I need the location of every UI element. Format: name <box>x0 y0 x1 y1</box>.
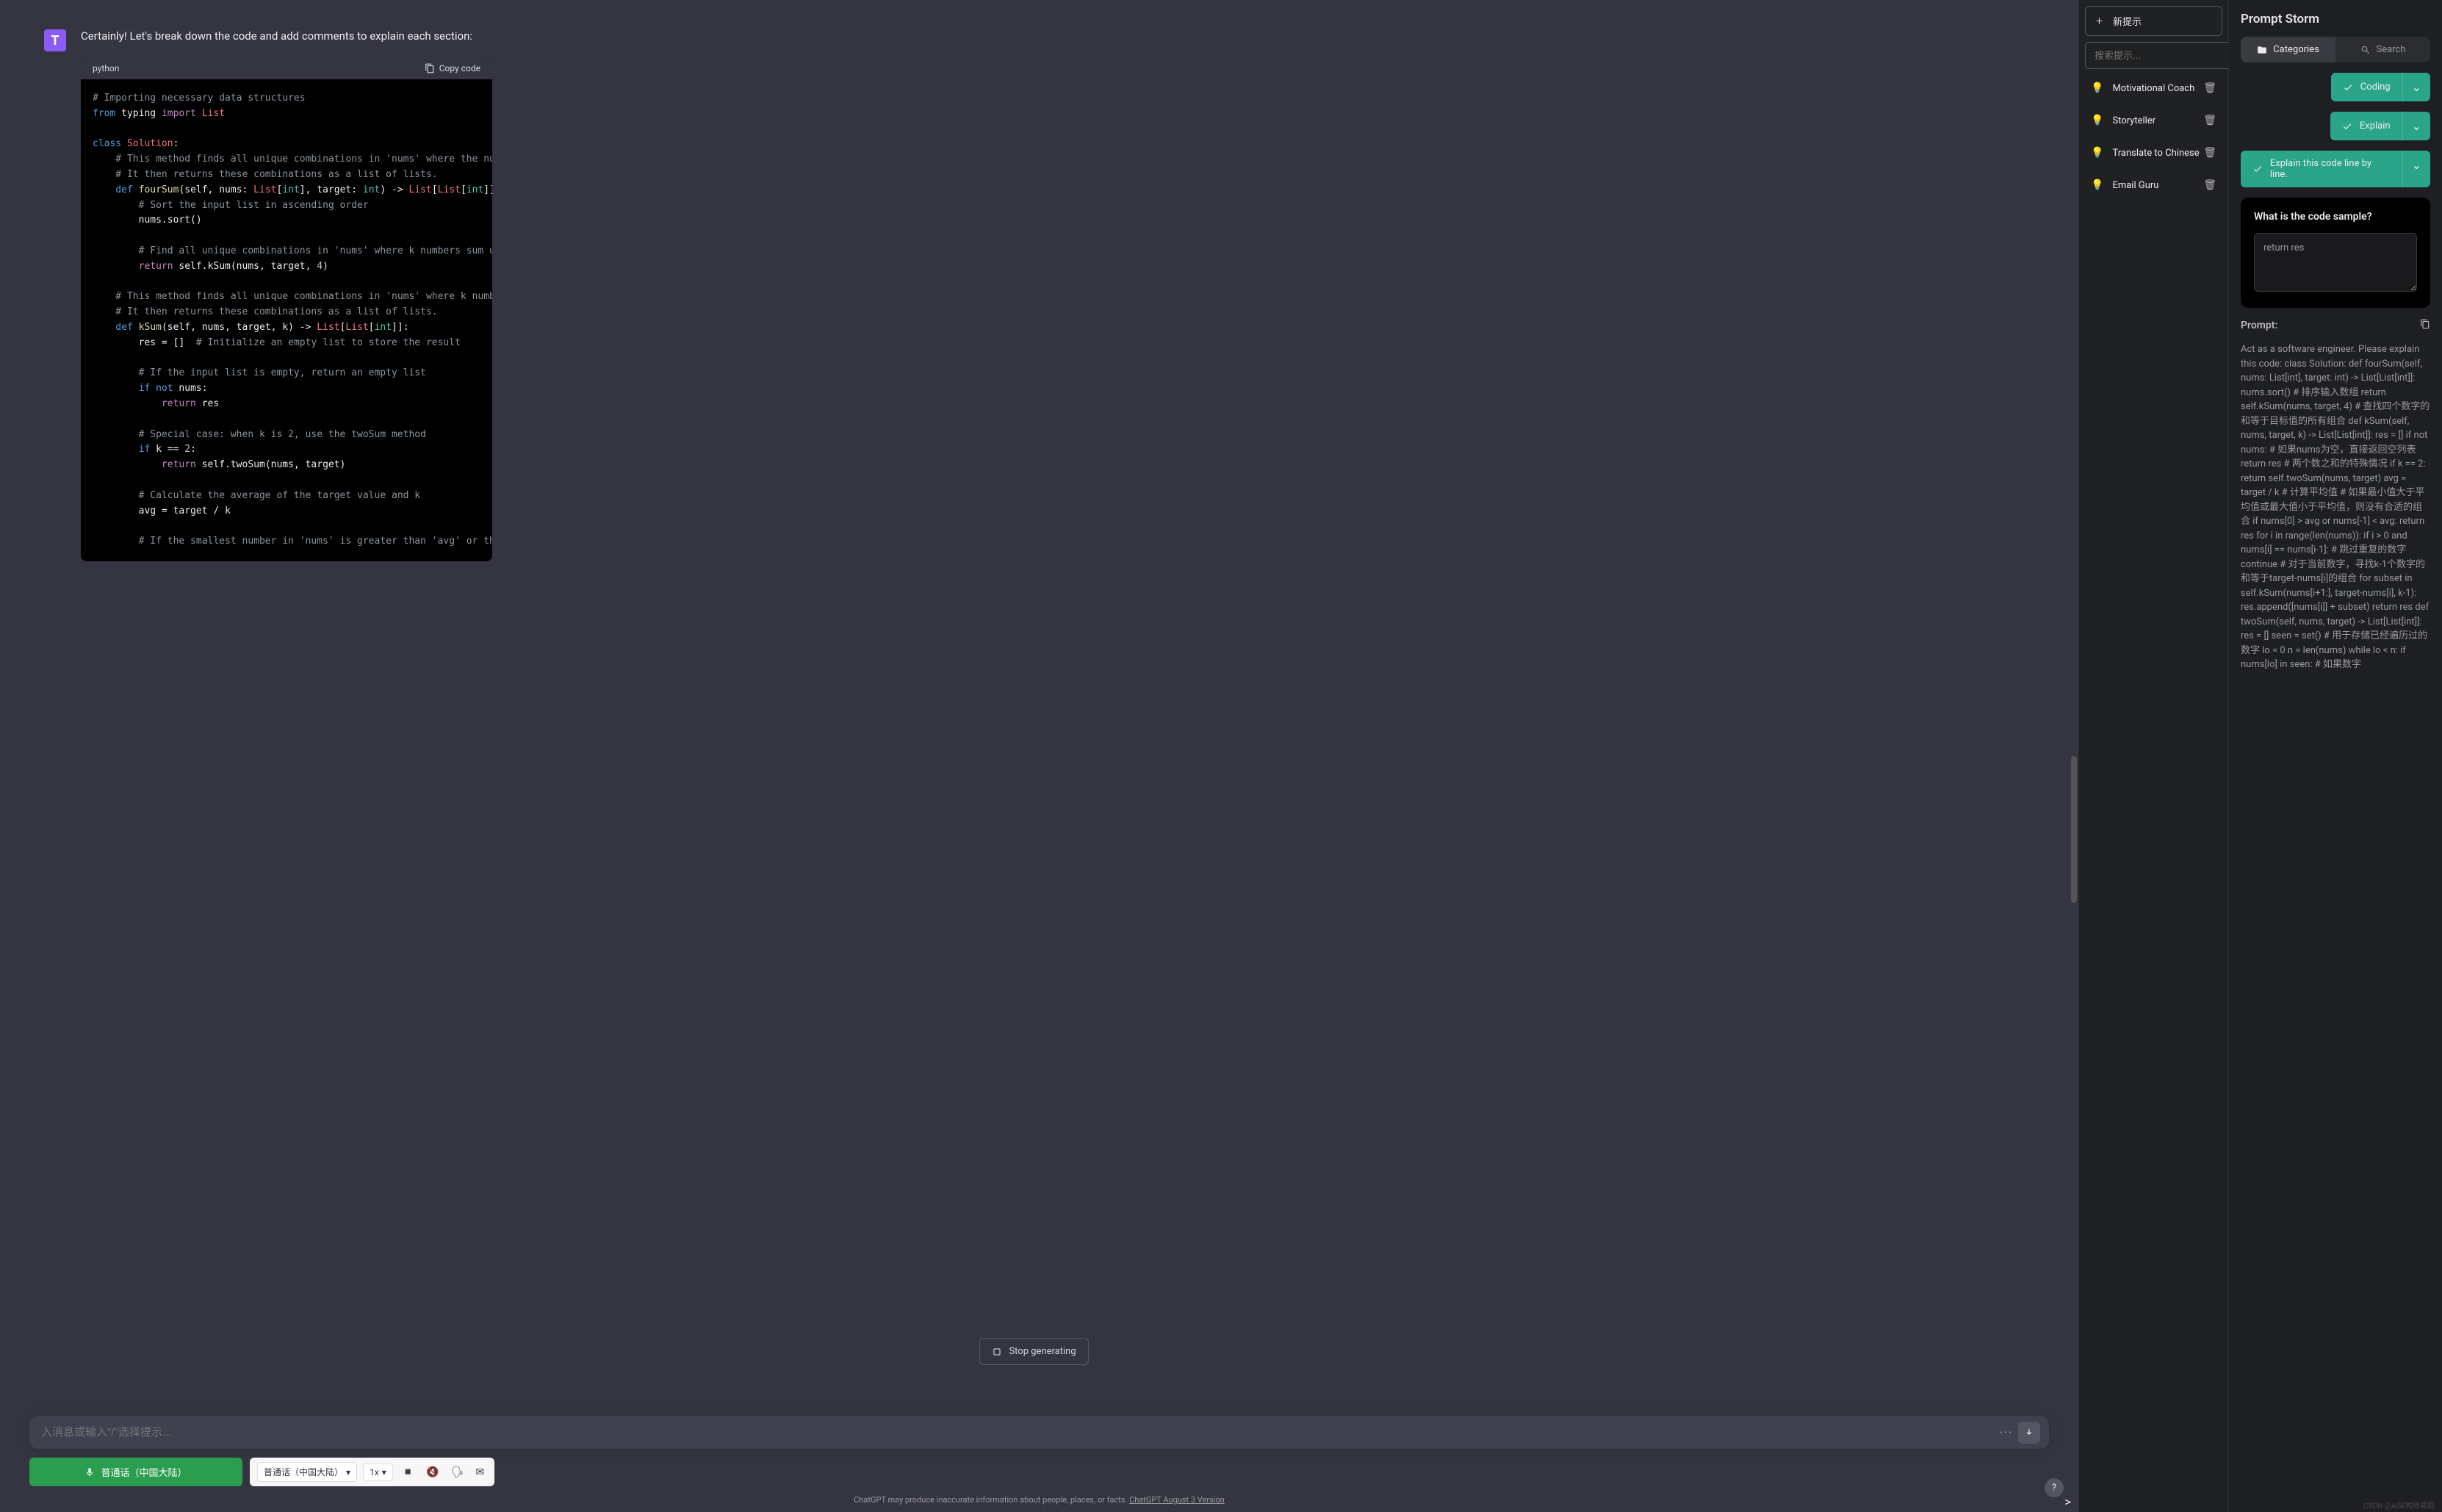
chevron-down-icon: ⌄ <box>2412 119 2421 133</box>
mute-button[interactable]: 🔇 <box>423 1464 442 1481</box>
stop-audio-button[interactable]: ◾ <box>399 1464 417 1481</box>
copy-code-button[interactable]: Copy code <box>425 63 480 73</box>
search-prompt-row: ⚡ <box>2085 42 2222 69</box>
trash-icon[interactable]: 🗑 <box>2203 82 2216 94</box>
bulb-icon: 💡 <box>2091 82 2103 94</box>
prompt-item-storyteller[interactable]: 💡 Storyteller 🗑 <box>2085 107 2222 134</box>
copy-prompt-button[interactable] <box>2420 318 2430 332</box>
code-header: python Copy code <box>81 57 492 79</box>
bulb-icon: 💡 <box>2091 115 2103 126</box>
prompt-item-email[interactable]: 💡 Email Guru 🗑 <box>2085 172 2222 198</box>
assistant-message: T Certainly! Let's break down the code a… <box>0 15 2078 576</box>
new-prompt-button[interactable]: + 新提示 <box>2085 6 2222 36</box>
search-tab[interactable]: Search <box>2335 37 2430 62</box>
prompt-sidebar: + 新提示 ⚡ 💡 Motivational Coach 🗑 💡 Storyte… <box>2078 0 2229 1512</box>
disclaimer: ChatGPT may produce inaccurate informati… <box>29 1495 2049 1505</box>
chat-input-wrap: ⋯ <box>29 1416 2049 1449</box>
voice-control-row: 普通话（中国大陆） 普通话（中国大陆） ▾ 1x ▾ ◾ 🔇 🗣 ✉ <box>29 1458 2049 1486</box>
chat-main-area: T Certainly! Let's break down the code a… <box>0 0 2078 1512</box>
chevron-down-icon: ▾ <box>346 1467 350 1477</box>
bulb-icon: 💡 <box>2091 179 2103 191</box>
check-icon <box>2342 121 2352 132</box>
assistant-avatar: T <box>44 29 66 51</box>
stop-generating-label: Stop generating <box>1009 1346 1076 1357</box>
lang-select[interactable]: 普通话（中国大陆） ▾ <box>257 1462 357 1482</box>
version-link[interactable]: ChatGPT August 3 Version <box>1129 1495 1225 1505</box>
prompt-item-label: Storyteller <box>2112 115 2155 126</box>
code-sample-question: What is the code sample? <box>2254 211 2417 223</box>
prompt-storm-title: Prompt Storm <box>2241 12 2430 26</box>
check-icon <box>2343 82 2353 93</box>
folder-icon <box>2257 45 2267 55</box>
prompt-item-label: Email Guru <box>2112 180 2158 191</box>
plus-icon: + <box>2096 14 2103 28</box>
stop-generating-button[interactable]: Stop generating <box>979 1338 1088 1365</box>
speaker-button[interactable]: 🗣 <box>448 1464 467 1481</box>
message-intro: Certainly! Let's break down the code and… <box>81 29 2034 43</box>
chevron-down-icon: ⌄ <box>2412 80 2421 94</box>
prompt-text: Act as a software engineer. Please expla… <box>2241 342 2430 672</box>
code-block: python Copy code # Importing necessary d… <box>81 57 492 561</box>
prompt-label-row: Prompt: <box>2241 318 2430 332</box>
code-lang-label: python <box>93 63 119 73</box>
prompt-item-motivational[interactable]: 💡 Motivational Coach 🗑 <box>2085 75 2222 101</box>
arrow-down-icon <box>2024 1428 2034 1438</box>
chat-scroll: T Certainly! Let's break down the code a… <box>0 0 2078 1512</box>
code-sample-panel: What is the code sample? <box>2241 198 2430 308</box>
coding-dropdown[interactable]: ⌄ <box>2402 73 2430 101</box>
trash-icon[interactable]: 🗑 <box>2203 115 2216 126</box>
speed-select[interactable]: 1x ▾ <box>363 1464 393 1481</box>
explain-dropdown[interactable]: ⌄ <box>2402 112 2430 140</box>
chevron-down-icon: ⌄ <box>2412 158 2421 172</box>
clipboard-icon <box>425 63 435 73</box>
explain-line-dropdown[interactable]: ⌄ <box>2402 151 2430 187</box>
search-prompt-input[interactable] <box>2085 42 2233 69</box>
search-icon <box>2360 45 2371 55</box>
prompt-item-translate[interactable]: 💡 Translate to Chinese 🗑 <box>2085 140 2222 166</box>
help-button[interactable]: ? <box>2045 1478 2064 1497</box>
lang-panel: 普通话（中国大陆） ▾ 1x ▾ ◾ 🔇 🗣 ✉ <box>250 1458 494 1486</box>
mail-button[interactable]: ✉ <box>472 1464 487 1481</box>
trash-icon[interactable]: 🗑 <box>2203 179 2216 191</box>
category-search-toggle: Categories Search <box>2241 37 2430 62</box>
mic-label: 普通话（中国大陆） <box>101 1465 187 1479</box>
input-more-button[interactable]: ⋯ <box>1999 1425 2012 1440</box>
prompt-storm-sidebar: Prompt Storm Categories Search Coding ⌄ … <box>2229 0 2442 1512</box>
explain-line-button[interactable]: Explain this code line by line. ⌄ <box>2241 151 2430 187</box>
chevron-down-icon: ▾ <box>382 1467 386 1477</box>
stop-icon <box>991 1347 1001 1357</box>
prompt-label: Prompt: <box>2241 320 2277 331</box>
prompt-item-label: Motivational Coach <box>2112 83 2194 94</box>
send-button[interactable] <box>2018 1422 2040 1444</box>
explain-button[interactable]: Explain ⌄ <box>2330 112 2430 140</box>
mic-button[interactable]: 普通话（中国大陆） <box>29 1458 242 1486</box>
prompt-caret: > <box>2065 1497 2071 1508</box>
new-prompt-label: 新提示 <box>2113 14 2142 28</box>
clipboard-icon <box>2420 319 2430 329</box>
code-sample-textarea[interactable] <box>2254 233 2417 292</box>
prompt-item-label: Translate to Chinese <box>2112 148 2199 159</box>
scrollbar[interactable] <box>2071 0 2078 1512</box>
categories-tab[interactable]: Categories <box>2241 37 2335 62</box>
chat-input[interactable] <box>29 1416 2049 1449</box>
scrollbar-thumb[interactable] <box>2071 756 2077 903</box>
check-icon <box>2252 164 2263 174</box>
trash-icon[interactable]: 🗑 <box>2203 147 2216 159</box>
message-body: Certainly! Let's break down the code and… <box>81 29 2034 561</box>
chat-bottom-area: ⋯ 普通话（中国大陆） 普通话（中国大陆） ▾ 1x ▾ ◾ 🔇 <box>0 1401 2078 1512</box>
code-content: # Importing necessary data structures fr… <box>81 79 492 561</box>
coding-button[interactable]: Coding ⌄ <box>2331 73 2430 101</box>
mic-icon <box>84 1467 95 1477</box>
bulb-icon: 💡 <box>2091 147 2103 159</box>
copy-code-label: Copy code <box>439 63 480 73</box>
